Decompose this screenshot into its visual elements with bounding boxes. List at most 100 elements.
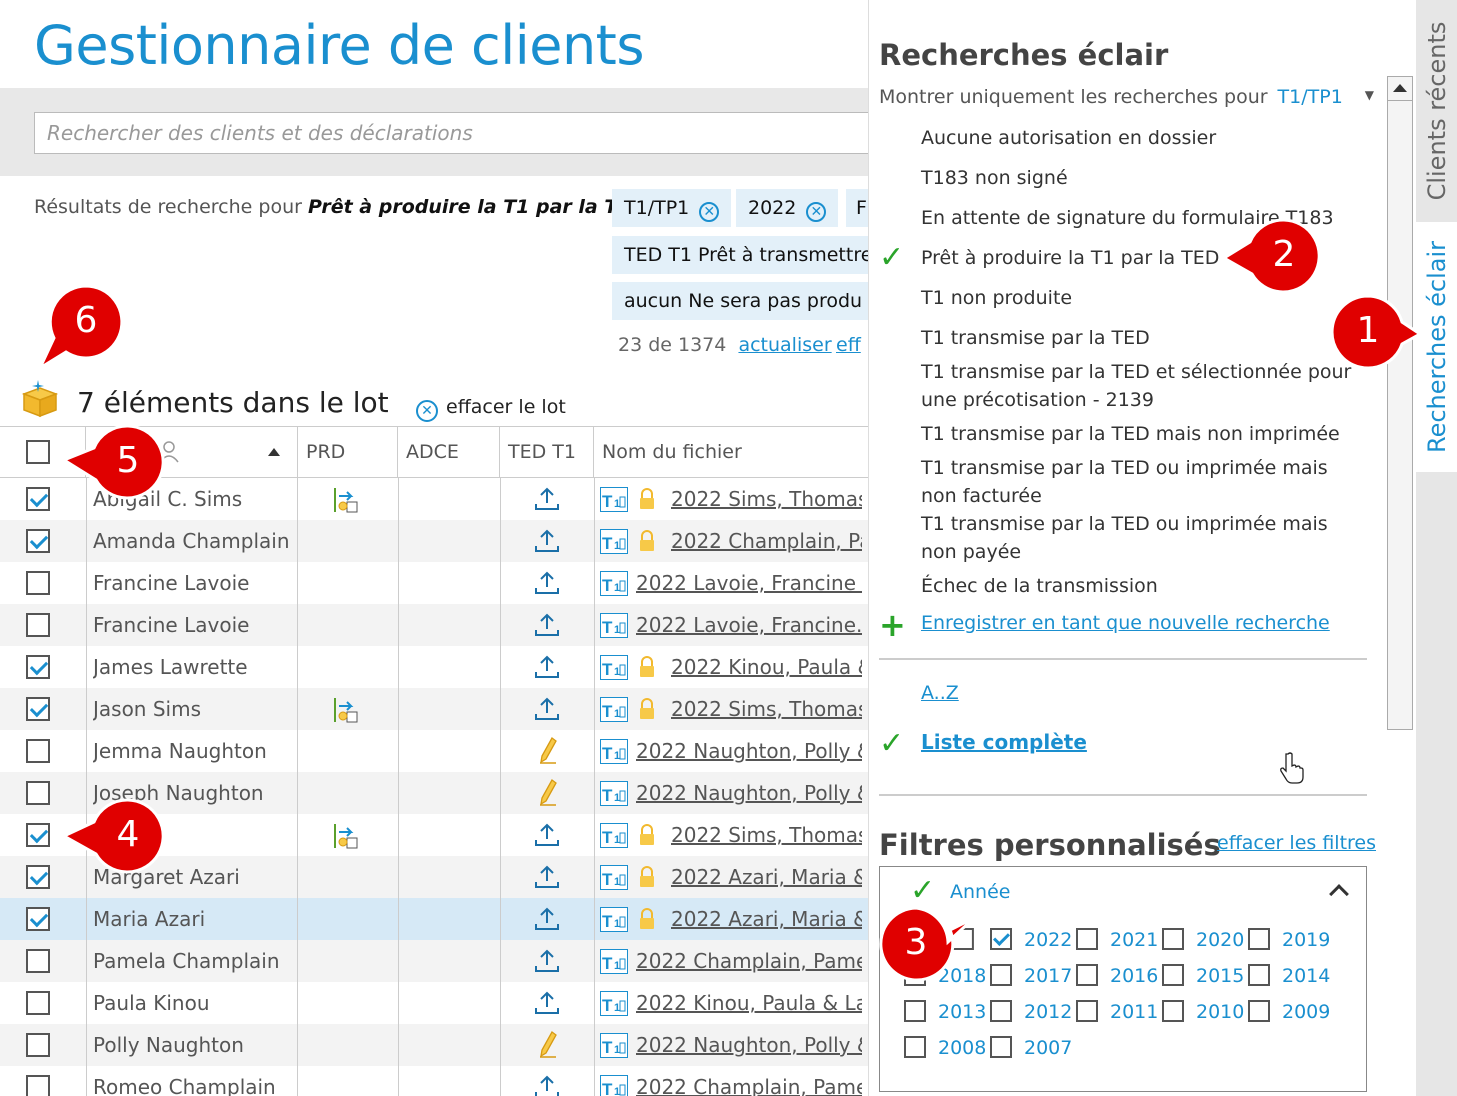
year-option[interactable]: 2007 <box>990 1035 1072 1061</box>
year-option[interactable]: 2017 <box>990 963 1072 989</box>
year-checkbox[interactable] <box>990 1036 1012 1058</box>
row-checkbox[interactable] <box>26 487 50 511</box>
filter-chip-none[interactable]: aucun Ne sera pas produ <box>612 282 868 320</box>
client-name[interactable]: Jemma Naughton <box>93 730 293 772</box>
row-checkbox[interactable] <box>26 781 50 805</box>
table-row[interactable]: Pamela Champlain T 1 2022 Champlain, Pamela <box>0 940 868 982</box>
year-checkbox[interactable] <box>1248 928 1270 950</box>
year-option[interactable]: 2015 <box>1162 963 1244 989</box>
file-name-link[interactable]: 2022 Naughton, Polly & <box>636 781 862 805</box>
filter-chip-year[interactable]: 2022 ✕ <box>736 189 839 227</box>
year-option[interactable]: 2021 <box>1076 927 1158 953</box>
file-name-link[interactable]: 2022 Kinou, Paula & Law <box>636 991 862 1015</box>
row-checkbox[interactable] <box>26 739 50 763</box>
file-name-link[interactable]: 2022 Naughton, Polly & <box>636 739 862 763</box>
year-option[interactable]: 2014 <box>1248 963 1330 989</box>
quick-search-item[interactable]: T1 transmise par la TED ou imprimée mais… <box>921 510 1361 566</box>
client-name[interactable]: Polly Naughton <box>93 1024 293 1066</box>
row-checkbox[interactable] <box>26 655 50 679</box>
year-option[interactable]: 2016 <box>1076 963 1158 989</box>
file-name-link[interactable]: 2022 Azari, Maria &... <box>671 865 862 889</box>
row-checkbox[interactable] <box>26 1033 50 1057</box>
tab-recent-clients[interactable]: Clients récents <box>1416 0 1457 222</box>
transmit-upload-icon[interactable] <box>534 696 560 722</box>
year-checkbox[interactable] <box>1162 964 1184 986</box>
collapse-icon[interactable] <box>1329 884 1349 904</box>
transmit-upload-icon[interactable] <box>534 906 560 932</box>
table-row[interactable]: Maria Azari T1 2022 Azari, Maria &... <box>0 898 868 940</box>
year-checkbox[interactable] <box>1076 964 1098 986</box>
full-list-link[interactable]: Liste complète <box>921 730 1087 754</box>
row-checkbox[interactable] <box>26 991 50 1015</box>
year-option[interactable]: 2012 <box>990 999 1072 1025</box>
transmit-upload-icon[interactable] <box>534 570 560 596</box>
file-name-link[interactable]: 2022 Kinou, Paula & <box>671 655 862 679</box>
year-checkbox[interactable] <box>1248 964 1270 986</box>
table-row[interactable]: Polly Naughton T 1 2022 Naughton, Polly & <box>0 1024 868 1066</box>
transmit-upload-icon[interactable] <box>534 1074 560 1096</box>
row-checkbox[interactable] <box>26 907 50 931</box>
client-name[interactable]: Pamela Champlain <box>93 940 293 982</box>
client-name[interactable]: Francine Lavoie <box>93 604 293 646</box>
file-name-link[interactable]: 2022 Lavoie, Francine Ra <box>636 571 862 595</box>
edit-pencil-icon[interactable] <box>538 1030 558 1058</box>
quick-search-item[interactable]: T183 non signé <box>921 164 1361 192</box>
table-row[interactable]: Romeo Champlain T 1 2022 Champlain, Pamela <box>0 1066 868 1096</box>
transmit-upload-icon[interactable] <box>534 528 560 554</box>
year-checkbox[interactable] <box>1162 928 1184 950</box>
search-input[interactable] <box>34 112 868 154</box>
clear-batch-button[interactable]: ✕ effacer le lot <box>416 396 566 422</box>
remove-chip-icon[interactable]: ✕ <box>806 202 827 222</box>
year-option[interactable]: 2011 <box>1076 999 1158 1025</box>
header-prd[interactable]: PRD <box>298 427 398 477</box>
transmit-upload-icon[interactable] <box>534 864 560 890</box>
year-checkbox[interactable] <box>990 1000 1012 1022</box>
filter-chip-ted[interactable]: TED T1 Prêt à transmettre <box>612 236 868 274</box>
client-name[interactable]: Maria Azari <box>93 898 293 940</box>
clear-link-truncated[interactable]: eff <box>836 334 861 356</box>
tab-quick-searches[interactable]: Recherches éclair <box>1416 222 1457 472</box>
file-name-link[interactable]: 2022 Sims, Thomas & <box>671 823 862 847</box>
row-checkbox[interactable] <box>26 865 50 889</box>
scroll-up-icon[interactable] <box>1388 77 1412 101</box>
header-adce[interactable]: ADCE <box>398 427 500 477</box>
year-option[interactable]: 2022 <box>990 927 1072 953</box>
quick-search-item[interactable]: T1 transmise par la TED et sélectionnée … <box>921 358 1361 414</box>
transmit-upload-icon[interactable] <box>534 612 560 638</box>
year-option[interactable]: 2009 <box>1248 999 1330 1025</box>
row-checkbox[interactable] <box>26 1075 50 1096</box>
row-checkbox[interactable] <box>26 571 50 595</box>
row-checkbox[interactable] <box>26 697 50 721</box>
show-only-value[interactable]: T1/TP1 <box>1278 86 1343 108</box>
dropdown-icon[interactable]: ▼ <box>1365 88 1374 102</box>
client-name[interactable]: Jason Sims <box>93 688 293 730</box>
show-only-filter[interactable]: Montrer uniquement les recherches pour T1… <box>879 86 1374 108</box>
file-name-link[interactable]: 2022 Azari, Maria &... <box>671 907 862 931</box>
year-option[interactable]: 2010 <box>1162 999 1244 1025</box>
client-name[interactable]: Francine Lavoie <box>93 562 293 604</box>
quick-search-item[interactable]: T1 transmise par la TED <box>921 324 1361 352</box>
header-ted-t1[interactable]: TED T1 <box>500 427 594 477</box>
transmit-upload-icon[interactable] <box>534 486 560 512</box>
year-checkbox[interactable] <box>1076 928 1098 950</box>
table-row[interactable]: Jemma Naughton T 1 2022 Naughton, Polly & <box>0 730 868 772</box>
quick-search-item[interactable]: T1 transmise par la TED ou imprimée mais… <box>921 454 1361 510</box>
quick-search-item[interactable]: Échec de la transmission <box>921 572 1361 600</box>
file-name-link[interactable]: 2022 Champlain, Pamela <box>636 949 862 973</box>
client-name[interactable]: Amanda Champlain <box>93 520 293 562</box>
row-checkbox[interactable] <box>26 823 50 847</box>
table-row[interactable]: Paula Kinou T 1 2022 Kinou, Paula & Law <box>0 982 868 1024</box>
year-option[interactable]: 2013 <box>904 999 986 1025</box>
quick-search-scrollbar[interactable] <box>1387 76 1413 730</box>
table-row[interactable]: Francine Lavoie T1 2022 Lavoie, Francine R… <box>0 562 868 604</box>
file-name-link[interactable]: 2022 Champlain, Pan <box>671 529 862 553</box>
year-checkbox[interactable] <box>1076 1000 1098 1022</box>
transmit-upload-icon[interactable] <box>534 990 560 1016</box>
table-row[interactable]: Jason Sims T1 2022 Sims, Thomas & <box>0 688 868 730</box>
year-option[interactable]: 2008 <box>904 1035 986 1061</box>
file-name-link[interactable]: 2022 Naughton, Polly & <box>636 1033 862 1057</box>
transmit-upload-icon[interactable] <box>534 948 560 974</box>
edit-pencil-icon[interactable] <box>538 778 558 806</box>
remove-chip-icon[interactable]: ✕ <box>699 202 720 222</box>
row-checkbox[interactable] <box>26 949 50 973</box>
